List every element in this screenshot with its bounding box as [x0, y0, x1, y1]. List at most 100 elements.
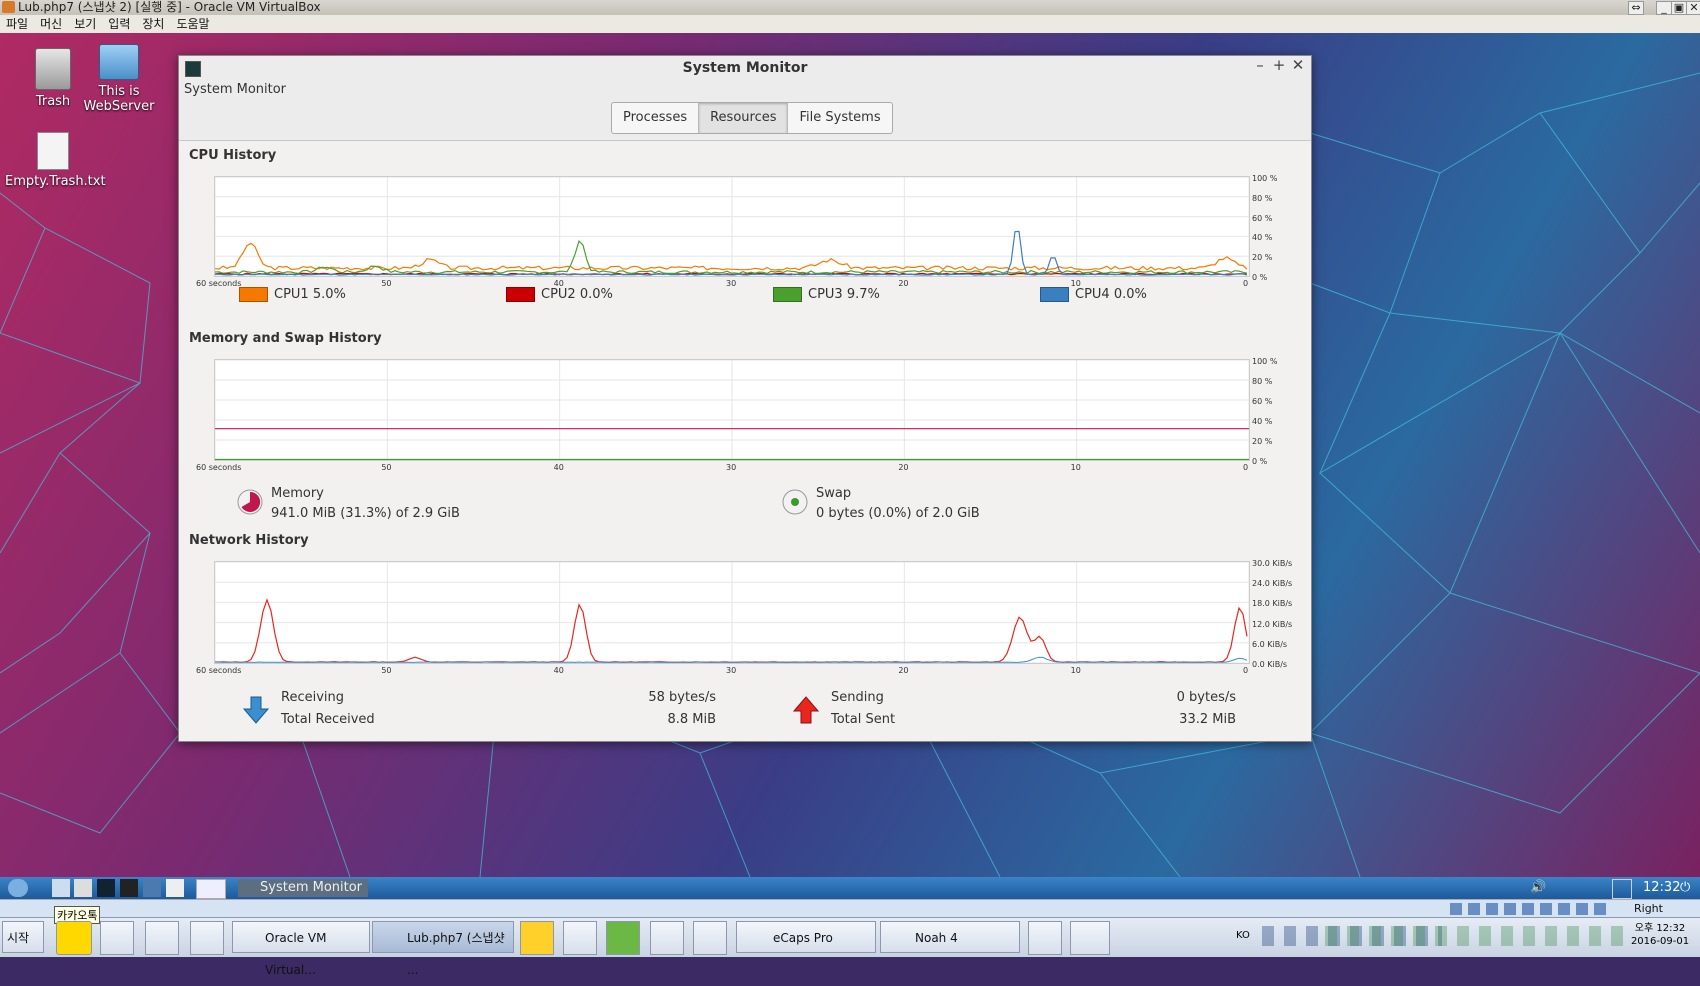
window-list-icon[interactable]	[166, 879, 184, 897]
x-tick-label: 0	[1243, 279, 1249, 288]
power-icon[interactable]: ⏻	[1680, 879, 1690, 897]
vbox-device-icons[interactable]	[1450, 903, 1610, 915]
menu-input[interactable]: 입력	[108, 17, 130, 31]
maximize-icon[interactable]: ▣	[1671, 1, 1687, 15]
x-tick-label: 30	[726, 463, 737, 472]
terminal-icon[interactable]	[120, 879, 138, 897]
system-monitor-launcher-icon[interactable]	[97, 879, 115, 897]
sending-value: 0 bytes/s	[1176, 690, 1236, 705]
sending-arrow-icon[interactable]	[793, 696, 819, 724]
tab-file-systems[interactable]: File Systems	[788, 103, 891, 133]
memory-pie-icon[interactable]	[237, 489, 263, 515]
cpu-color-swatch[interactable]	[773, 287, 802, 302]
quick-launch-icon[interactable]	[100, 921, 134, 955]
pdf-app-icon[interactable]	[1028, 921, 1062, 955]
menu-view[interactable]: 보기	[74, 17, 96, 31]
trash-icon	[35, 48, 71, 90]
sending-label: Sending	[831, 690, 884, 705]
y-tick-label: 80 %	[1252, 193, 1273, 203]
menu-file[interactable]: 파일	[6, 17, 28, 31]
menu-devices[interactable]: 장치	[142, 17, 164, 31]
cpu-legend-item: CPU4 0.0%	[1040, 287, 1147, 302]
guest-clock[interactable]: 12:32	[1643, 879, 1680, 897]
volume-icon[interactable]: 🔊	[1530, 879, 1546, 897]
cpu-legend-item: CPU2 0.0%	[506, 287, 613, 302]
start-button[interactable]: 시작	[2, 921, 44, 953]
memory-history-title: Memory and Swap History	[189, 331, 382, 346]
taskbar-item-virtualbox[interactable]: Oracle VM Virtual...	[232, 921, 370, 977]
y-tick-label: 12.0 KiB/s	[1252, 619, 1293, 629]
guest-menu-icon[interactable]	[8, 879, 28, 897]
minimize-icon[interactable]: –	[1251, 56, 1269, 74]
y-tick-label: 24.0 KiB/s	[1252, 579, 1293, 589]
y-tick-label: 80 %	[1252, 377, 1273, 386]
x-tick-label: 0	[1243, 463, 1249, 472]
swap-pie-icon[interactable]	[782, 489, 808, 515]
desktop-pager-icon[interactable]	[196, 879, 226, 899]
y-tick-label: 100 %	[1252, 174, 1278, 183]
screenshot-icon[interactable]	[74, 879, 92, 897]
total-received-value: 8.8 MiB	[667, 712, 716, 727]
file-manager-icon[interactable]	[52, 879, 70, 897]
settings-icon[interactable]	[143, 879, 161, 897]
menu-machine[interactable]: 머신	[40, 17, 62, 31]
active-window-task[interactable]: System Monitor	[238, 879, 368, 897]
x-tick-label: 40	[553, 463, 564, 472]
receiving-arrow-icon[interactable]	[243, 696, 269, 724]
cpu-history-title: CPU History	[189, 148, 277, 163]
taskbar-item-noah-4[interactable]: Noah 4	[880, 921, 1020, 953]
quick-launch-icon[interactable]	[190, 921, 224, 955]
chart-app-icon[interactable]	[520, 921, 554, 955]
total-received-label: Total Received	[281, 712, 375, 727]
host-menu-bar: 파일 머신 보기 입력 장치 도움말	[0, 15, 1700, 34]
cpu-color-swatch[interactable]	[1040, 287, 1069, 302]
y-tick-label: 40 %	[1252, 233, 1273, 243]
memory-history-plot	[215, 360, 1249, 460]
quick-launch-icon[interactable]	[145, 921, 179, 955]
x-tick-label: 60 seconds	[196, 279, 242, 288]
desktop-icon-empty-trash-txt[interactable]: Empty.Trash.txt	[5, 132, 106, 189]
menu-help[interactable]: 도움말	[176, 17, 209, 31]
y-tick-label: 40 %	[1252, 417, 1273, 426]
x-tick-label: 30	[726, 666, 737, 675]
restore-icon[interactable]: ⇔	[1628, 1, 1644, 15]
receiving-value: 58 bytes/s	[648, 690, 716, 705]
close-icon[interactable]: ✕	[1686, 1, 1700, 15]
chrome-browser-icon[interactable]	[693, 921, 727, 955]
y-tick-label: 20 %	[1252, 253, 1273, 263]
memory-value: 941.0 MiB (31.3%) of 2.9 GiB	[271, 506, 460, 521]
mindmap-app-icon[interactable]	[606, 921, 640, 955]
maximize-icon[interactable]: +	[1270, 56, 1288, 74]
system-tray-icons[interactable]	[1325, 926, 1625, 946]
host-clock-time: 오후 12:32	[1634, 923, 1686, 934]
tab-resources[interactable]: Resources	[699, 103, 789, 133]
ime-indicator[interactable]: KO	[1236, 930, 1250, 941]
window-title: System Monitor	[682, 60, 808, 76]
cpu-legend-item: CPU3 9.7%	[773, 287, 880, 302]
memory-label: Memory	[271, 486, 324, 501]
host-clock-date: 2016-09-01	[1630, 936, 1690, 947]
opera-browser-icon[interactable]	[1070, 921, 1110, 955]
taskbar-item-label: eCaps Pro	[773, 931, 833, 945]
y-tick-label: 0.0 KiB/s	[1252, 660, 1288, 669]
window-header: System Monitor – + ✕ System Monitor Proc…	[179, 56, 1311, 141]
taskbar-item-ecaps-pro[interactable]: eCaps Pro	[736, 921, 876, 953]
window-app-menu[interactable]: System Monitor	[184, 82, 286, 97]
minimize-icon[interactable]: _	[1656, 1, 1672, 15]
x-tick-label: 30	[726, 279, 737, 288]
cpu-history-plot	[215, 177, 1249, 276]
cpu-legend-value: 5.0%	[312, 287, 346, 302]
memory-history-graph	[214, 359, 1250, 461]
ie-browser-icon[interactable]	[650, 921, 684, 955]
search-app-icon[interactable]	[563, 921, 597, 955]
kakaotalk-icon[interactable]	[56, 921, 92, 955]
cpu-color-swatch[interactable]	[506, 287, 535, 302]
taskbar-item-lub-php7[interactable]: Lub.php7 (스냅샷 ...	[372, 921, 514, 977]
network-status-icon[interactable]	[1612, 879, 1632, 899]
cpu-color-swatch[interactable]	[239, 287, 268, 302]
close-icon[interactable]: ✕	[1289, 56, 1307, 74]
host-clock[interactable]: 오후 12:32 2016-09-01	[1630, 922, 1690, 948]
desktop-icon-webserver[interactable]: This is WebServer	[71, 44, 167, 114]
tab-processes[interactable]: Processes	[612, 103, 700, 133]
host-window-title: Lub.php7 (스냅샷 2) [실행 중] - Oracle VM Virt…	[18, 0, 321, 14]
